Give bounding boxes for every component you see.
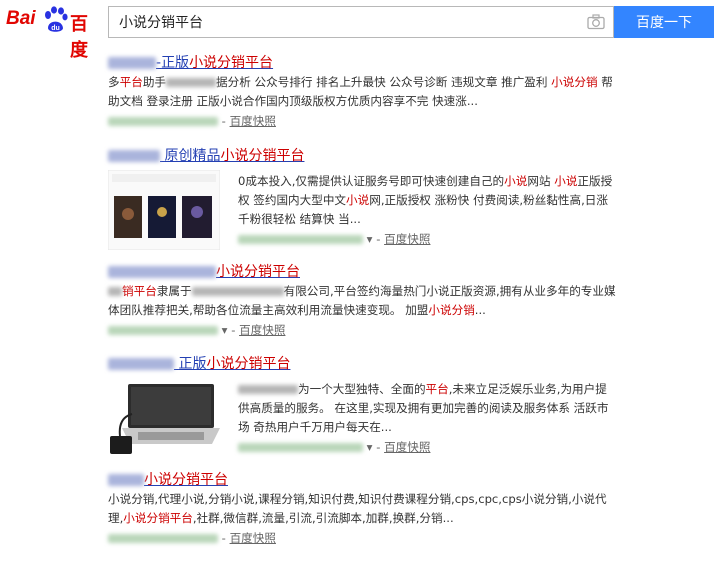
- result-title[interactable]: 原创精品小说分销平台: [108, 146, 618, 166]
- blurred-text: [108, 287, 122, 296]
- result-meta: - 百度快照: [108, 529, 618, 547]
- result-title[interactable]: -正版小说分销平台: [108, 53, 618, 73]
- search-result: 小说分销平台 小说分销,代理小说,分销小说,课程分销,知识付费,知识付费课程分销…: [108, 470, 618, 547]
- logo-latin: Bai: [6, 8, 36, 29]
- blurred-text: [238, 385, 298, 394]
- blurred-text: [108, 57, 156, 69]
- result-abstract: 销平台隶属于 有限公司,平台签约海量热门小说正版资源,拥有从业多年的专业媒体团队推…: [108, 284, 616, 317]
- result-title[interactable]: 正版小说分销平台: [108, 354, 618, 374]
- search-result: 正版小说分销平台 为一个大型独特、全面的平台,未来立足泛娱乐业务,为用户提供高质…: [108, 354, 618, 458]
- result-meta: - 百度快照: [108, 112, 618, 130]
- search-box: [108, 6, 614, 38]
- search-result: -正版小说分销平台 多平台助手 据分析 公众号排行 排名上升最快 公众号诊断 违规…: [108, 53, 618, 130]
- paw-icon: du: [45, 6, 68, 32]
- search-result: 原创精品小说分销平台 0成本投入,仅需提供认证服务号即可快速创建自己的小说网站 …: [108, 146, 618, 250]
- snapshot-link[interactable]: 百度快照: [384, 232, 430, 246]
- blurred-text: [166, 78, 217, 87]
- url-blur: [108, 326, 218, 335]
- url-blur: [238, 235, 363, 244]
- url-blur: [108, 117, 218, 126]
- snapshot-link[interactable]: 百度快照: [239, 323, 285, 337]
- search-input[interactable]: [109, 7, 579, 37]
- camera-icon[interactable]: [587, 14, 605, 30]
- url-blur: [108, 534, 218, 543]
- blurred-text: [191, 287, 284, 296]
- logo-chinese: 百度: [70, 14, 88, 61]
- blurred-text: [108, 358, 174, 370]
- blurred-text: [108, 150, 160, 162]
- url-blur: [238, 443, 363, 452]
- result-abstract: 为一个大型独特、全面的平台,未来立足泛娱乐业务,为用户提供高质量的服务。 在这里…: [238, 382, 609, 434]
- laptop-thumbnail[interactable]: [108, 378, 220, 458]
- result-abstract: 小说分销,代理小说,分销小说,课程分销,知识付费,知识付费课程分销,cps,cp…: [108, 492, 607, 525]
- title-part: 正版: [161, 55, 190, 71]
- result-meta: ▾ - 百度快照: [108, 321, 618, 339]
- baidu-logo[interactable]: Bai du 百度: [6, 6, 102, 61]
- snapshot-link[interactable]: 百度快照: [230, 114, 276, 128]
- result-abstract: 多平台助手 据分析 公众号排行 排名上升最快 公众号诊断 违规文章 推广盈利 小说…: [108, 75, 613, 108]
- snapshot-link[interactable]: 百度快照: [230, 531, 276, 545]
- top-bar: Bai du 百度 百度一下: [0, 0, 720, 61]
- result-meta: ▾ - 百度快照: [238, 438, 618, 456]
- result-abstract: 0成本投入,仅需提供认证服务号即可快速创建自己的小说网站 小说正版授权 签约国内…: [238, 174, 613, 226]
- blurred-text: [108, 266, 216, 278]
- snapshot-link[interactable]: 百度快照: [384, 440, 430, 454]
- paw-text: du: [51, 25, 60, 32]
- result-thumbnail[interactable]: [108, 170, 220, 250]
- search-button[interactable]: 百度一下: [614, 6, 714, 38]
- result-title[interactable]: 小说分销平台: [108, 470, 618, 490]
- blurred-text: [108, 474, 144, 486]
- title-keyword: 小说分销平台: [189, 55, 274, 71]
- result-meta: ▾ - 百度快照: [238, 230, 618, 248]
- search-result: 小说分销平台 销平台隶属于 有限公司,平台签约海量热门小说正版资源,拥有从业多年的…: [108, 262, 618, 339]
- result-title[interactable]: 小说分销平台: [108, 262, 618, 282]
